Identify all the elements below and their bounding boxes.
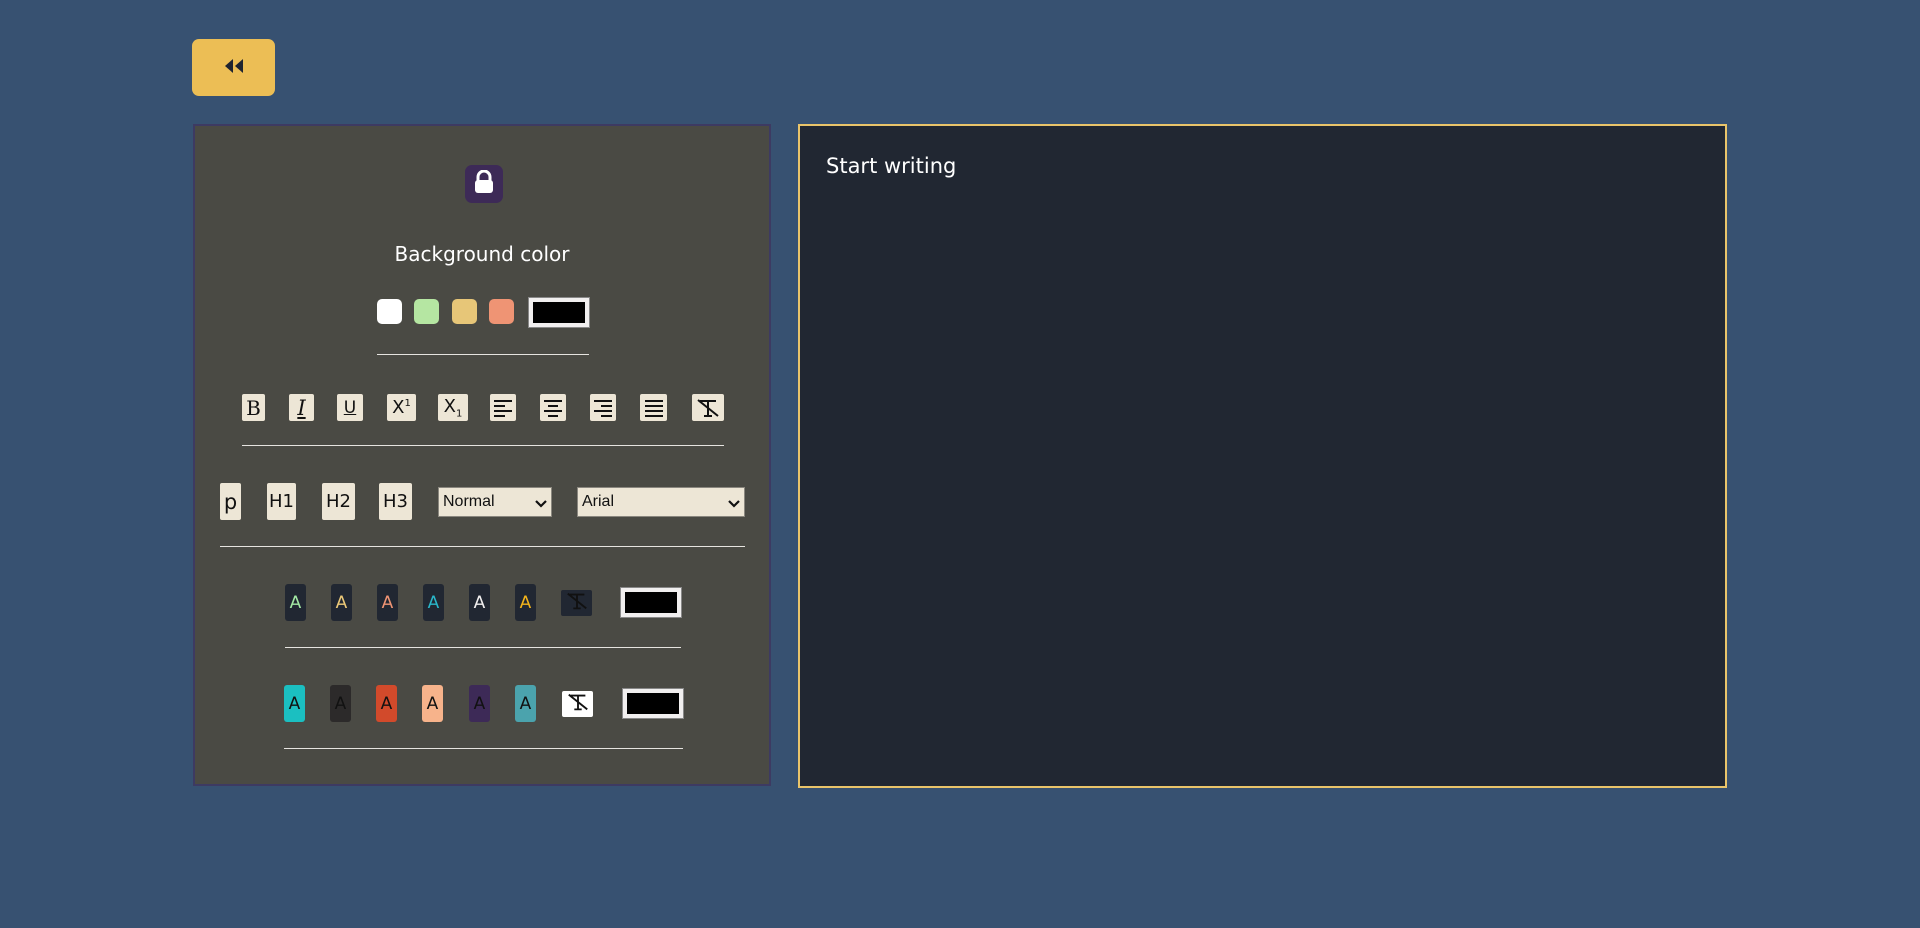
- font-size-select[interactable]: Normal: [438, 487, 552, 517]
- h1-button[interactable]: H1: [267, 483, 296, 520]
- bg-color-picker[interactable]: [529, 298, 589, 327]
- clear-format-icon: [695, 398, 721, 418]
- paragraph-button[interactable]: p: [220, 483, 241, 520]
- align-right-icon: [593, 399, 613, 417]
- italic-icon: I: [297, 395, 306, 420]
- text-color-teal[interactable]: A: [423, 584, 444, 621]
- editor-placeholder: Start writing: [826, 154, 957, 178]
- align-justify-icon: [644, 399, 664, 417]
- font-family-value: Arial: [582, 493, 615, 510]
- highlight-color-peach[interactable]: A: [422, 685, 443, 722]
- editor-area[interactable]: Start writing: [798, 124, 1727, 788]
- text-color-green[interactable]: A: [285, 584, 306, 621]
- align-center-icon: [543, 399, 563, 417]
- align-center-button[interactable]: [540, 394, 566, 421]
- h3-button[interactable]: H3: [379, 483, 412, 520]
- bg-swatch-yellow[interactable]: [452, 299, 477, 324]
- clear-text-color-button[interactable]: [561, 590, 592, 616]
- subscript-icon: X1: [443, 395, 463, 420]
- highlight-color-steel[interactable]: A: [515, 685, 536, 722]
- clear-format-icon: [566, 692, 590, 716]
- clear-format-button[interactable]: [692, 394, 724, 421]
- align-left-button[interactable]: [490, 394, 516, 421]
- subscript-button[interactable]: X1: [438, 394, 468, 421]
- superscript-icon: X1: [392, 397, 411, 418]
- bg-swatch-white[interactable]: [377, 299, 402, 324]
- align-left-icon: [493, 399, 513, 417]
- divider: [220, 546, 745, 547]
- bold-icon: B: [246, 395, 261, 420]
- h2-button[interactable]: H2: [322, 483, 355, 520]
- font-family-select[interactable]: Arial: [577, 487, 745, 517]
- highlight-color-purple[interactable]: A: [469, 685, 490, 722]
- bg-swatch-green[interactable]: [414, 299, 439, 324]
- background-color-title: Background color: [394, 242, 570, 266]
- highlight-color-red[interactable]: A: [376, 685, 397, 722]
- underline-icon: U: [343, 397, 357, 418]
- text-color-picker[interactable]: [621, 588, 681, 617]
- divider: [285, 647, 681, 648]
- text-color-amber[interactable]: A: [515, 584, 536, 621]
- text-color-orange[interactable]: A: [377, 584, 398, 621]
- clear-highlight-button[interactable]: [562, 691, 593, 717]
- toolbar-panel: Background color B I U X1 X1 p H1 H2 H3 …: [193, 124, 771, 786]
- text-color-yellow[interactable]: A: [331, 584, 352, 621]
- bg-swatch-orange[interactable]: [489, 299, 514, 324]
- lock-button[interactable]: [465, 165, 503, 203]
- align-justify-button[interactable]: [640, 394, 667, 421]
- highlight-color-cyan[interactable]: A: [284, 685, 305, 722]
- underline-button[interactable]: U: [337, 394, 363, 421]
- back-button[interactable]: [192, 39, 275, 96]
- double-chevron-left-icon: [223, 57, 245, 79]
- divider: [242, 445, 724, 446]
- highlight-color-dark[interactable]: A: [330, 685, 351, 722]
- font-size-value: Normal: [443, 493, 495, 510]
- align-right-button[interactable]: [590, 394, 616, 421]
- chevron-down-icon: [535, 496, 547, 514]
- divider: [377, 354, 589, 355]
- highlight-color-picker[interactable]: [623, 689, 683, 718]
- divider: [284, 748, 683, 749]
- italic-button[interactable]: I: [289, 394, 314, 421]
- text-color-white[interactable]: A: [469, 584, 490, 621]
- lock-icon: [473, 169, 495, 198]
- clear-format-icon: [565, 591, 589, 615]
- chevron-down-icon: [728, 496, 740, 514]
- superscript-button[interactable]: X1: [387, 394, 416, 421]
- bold-button[interactable]: B: [242, 394, 265, 421]
